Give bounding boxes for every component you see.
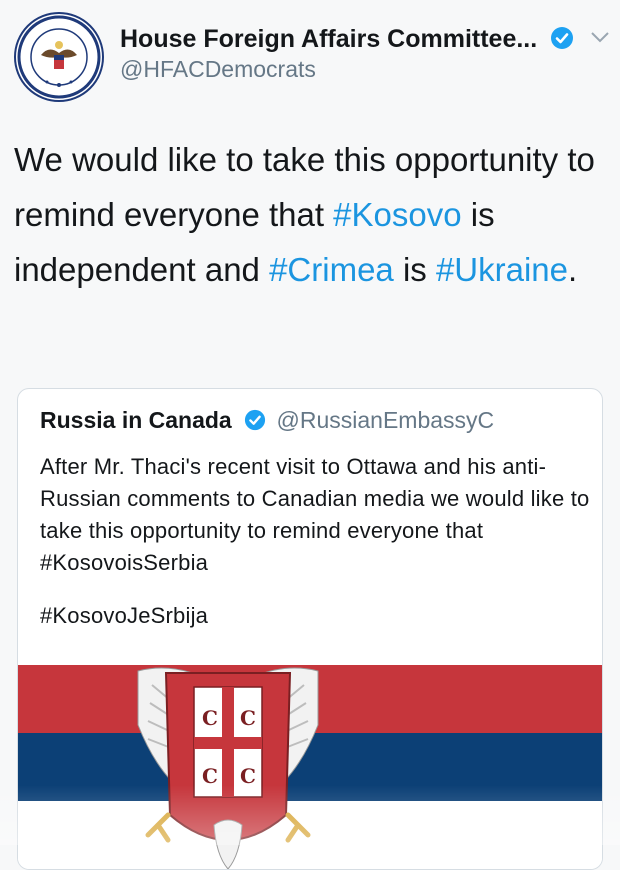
author-name-text: House Foreign Affairs Committee... — [120, 25, 538, 53]
quoted-author-name[interactable]: Russia in Canada — [40, 407, 232, 433]
avatar[interactable] — [14, 12, 104, 102]
hashtag-ukraine[interactable]: #Ukraine — [436, 251, 568, 288]
quoted-tweet-text: After Mr. Thaci's recent visit to Ottawa… — [40, 454, 590, 575]
tweet-text-part: is — [393, 251, 436, 288]
author-name[interactable]: House Foreign Affairs Committee... — [120, 24, 590, 54]
tweet-text-part: . — [568, 251, 578, 288]
tweet-header: House Foreign Affairs Committee... @HFAC… — [14, 12, 610, 102]
author-handle[interactable]: @HFACDemocrats — [120, 56, 590, 83]
quoted-author-handle[interactable]: @RussianEmbassyC — [277, 407, 495, 433]
svg-text:C: C — [240, 706, 256, 730]
tweet-text-part: We would like to take this opportunity t… — [14, 141, 595, 233]
bottom-fade — [0, 785, 620, 845]
quoted-tweet-header: Russia in Canada @RussianEmbassyC — [40, 407, 494, 434]
hashtag-kosovo[interactable]: #Kosovo — [333, 196, 461, 233]
quoted-hashtag[interactable]: #KosovoJeSrbija — [40, 603, 208, 629]
verified-badge-icon — [551, 27, 574, 49]
chevron-down-icon[interactable] — [590, 30, 610, 44]
hfac-seal-icon — [17, 15, 101, 99]
verified-badge-icon — [245, 409, 266, 431]
svg-text:C: C — [202, 706, 218, 730]
tweet-text: We would like to take this opportunity t… — [14, 132, 604, 297]
hashtag-crimea[interactable]: #Crimea — [269, 251, 394, 288]
